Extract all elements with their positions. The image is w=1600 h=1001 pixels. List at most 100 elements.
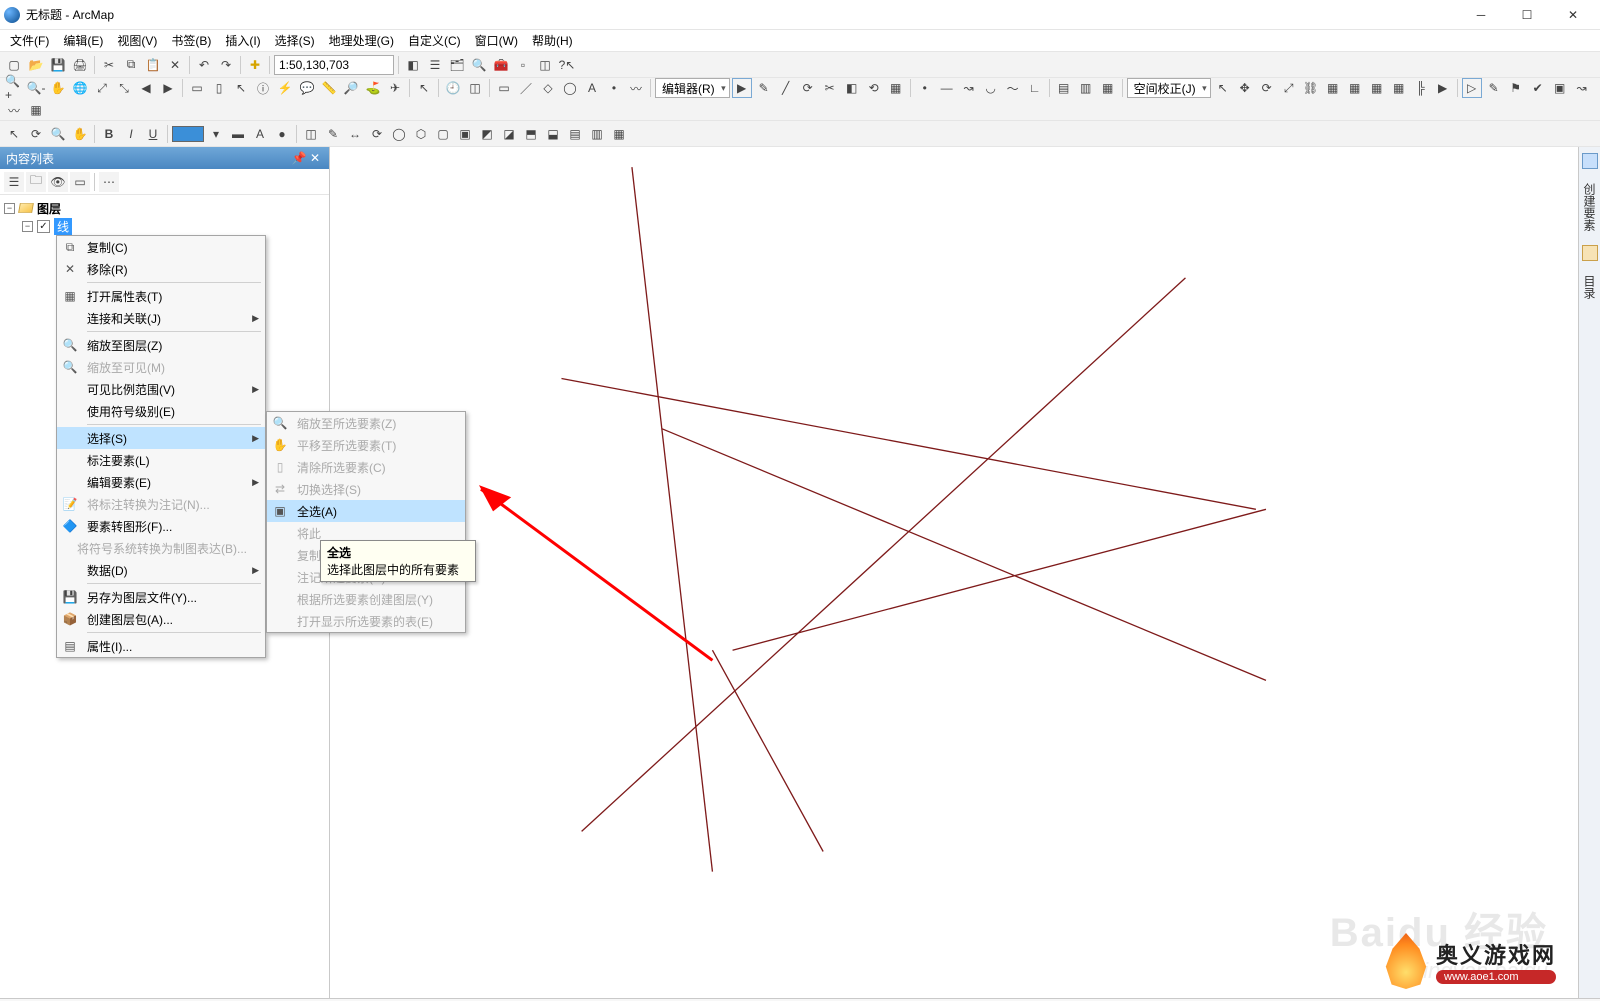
html-popup-icon[interactable]: 💬 xyxy=(297,78,317,98)
ctx-item[interactable]: 使用符号级别(E) xyxy=(57,400,265,422)
toc-list-by-selection-icon[interactable]: ▭ xyxy=(70,172,90,192)
topo-construct-icon[interactable]: ▦ xyxy=(26,100,46,120)
font-underline-icon[interactable]: U xyxy=(143,124,163,144)
menu-help[interactable]: 帮助(H) xyxy=(526,30,579,51)
ctx-item[interactable]: 编辑要素(E)▶ xyxy=(57,471,265,493)
rep-toolbar-icon15[interactable]: ▦ xyxy=(609,124,629,144)
select-elements-icon[interactable]: ↖ xyxy=(231,78,251,98)
zoom-in-icon[interactable]: 🔍+ xyxy=(4,78,24,98)
sketch-trace-icon[interactable]: ↝ xyxy=(959,78,979,98)
edit-split-icon[interactable]: ╱ xyxy=(776,78,796,98)
ctx-item[interactable]: 💾另存为图层文件(Y)... xyxy=(57,586,265,608)
sketch-props-icon[interactable]: ▥ xyxy=(1076,78,1096,98)
ctx-item[interactable]: 数据(D)▶ xyxy=(57,559,265,581)
edit-cut-poly-icon[interactable]: ✂ xyxy=(820,78,840,98)
topo-flag-icon[interactable]: ⚑ xyxy=(1506,78,1526,98)
draw-curve-icon[interactable]: 〰 xyxy=(626,78,646,98)
toc-icon[interactable]: ☰ xyxy=(425,55,445,75)
scale-input[interactable] xyxy=(274,55,394,75)
model-builder-icon[interactable]: ◫ xyxy=(535,55,555,75)
rep-toolbar-icon14[interactable]: ▥ xyxy=(587,124,607,144)
tree-collapse-icon[interactable]: − xyxy=(4,203,15,214)
menu-select[interactable]: 选择(S) xyxy=(269,30,321,51)
ctx-item[interactable]: ⧉复制(C) xyxy=(57,236,265,258)
edit-tool-icon[interactable]: ▶ xyxy=(732,78,752,98)
arcbox-icon[interactable]: 🧰 xyxy=(491,55,511,75)
goto-xy-icon[interactable]: ✈ xyxy=(385,78,405,98)
toc-close-icon[interactable]: ✕ xyxy=(307,150,323,166)
right-tab-create-features[interactable]: 创建要素 xyxy=(1581,183,1598,231)
copy-icon[interactable]: ⧉ xyxy=(121,55,141,75)
ctx-item[interactable]: ▦打开属性表(T) xyxy=(57,285,265,307)
topo-edit-icon[interactable]: ✎ xyxy=(1484,78,1504,98)
ctx-item[interactable]: 选择(S)▶ xyxy=(57,427,265,449)
adjust-grid4-icon[interactable]: ▦ xyxy=(1389,78,1409,98)
menu-view[interactable]: 视图(V) xyxy=(111,30,163,51)
search-icon[interactable]: 🔍 xyxy=(469,55,489,75)
adjust-move-icon[interactable]: ✥ xyxy=(1235,78,1255,98)
rep-toolbar-icon1[interactable]: ◫ xyxy=(301,124,321,144)
measure-icon[interactable]: 📏 xyxy=(319,78,339,98)
fill-color-swatch[interactable] xyxy=(172,126,204,142)
menu-customize[interactable]: 自定义(C) xyxy=(402,30,467,51)
draw-circle-icon[interactable]: ◯ xyxy=(560,78,580,98)
topo-validate-icon[interactable]: ✔ xyxy=(1528,78,1548,98)
draw-pan-icon[interactable]: ✋ xyxy=(70,124,90,144)
map-canvas[interactable]: Baidu 经验 jingyan.baidu 奥义游戏网 www.aoe1.co… xyxy=(330,147,1578,998)
marker-color-icon[interactable]: ● xyxy=(272,124,292,144)
fixed-zoom-in-icon[interactable]: ⤢ xyxy=(92,78,112,98)
adjust-grid1-icon[interactable]: ▦ xyxy=(1323,78,1343,98)
ctx-item[interactable]: 🔍缩放至图层(Z) xyxy=(57,334,265,356)
zoom-out-icon[interactable]: 🔍- xyxy=(26,78,46,98)
ctx-item[interactable]: ▣全选(A) xyxy=(267,500,465,522)
menu-file[interactable]: 文件(F) xyxy=(4,30,55,51)
draw-rect-icon[interactable]: ▭ xyxy=(494,78,514,98)
toc-options-icon[interactable]: ⋯ xyxy=(99,172,119,192)
next-extent-icon[interactable]: ▶ xyxy=(158,78,178,98)
identify-icon[interactable]: ⓘ xyxy=(253,78,273,98)
pan-icon[interactable]: ✋ xyxy=(48,78,68,98)
sketch-rightangle-icon[interactable]: ∟ xyxy=(1025,78,1045,98)
rep-toolbar-icon12[interactable]: ⬓ xyxy=(543,124,563,144)
editor-dropdown[interactable]: 编辑器(R) xyxy=(655,78,730,98)
font-bold-icon[interactable]: B xyxy=(99,124,119,144)
sketch-point-icon[interactable]: • xyxy=(915,78,935,98)
redo-icon[interactable]: ↷ xyxy=(216,55,236,75)
edit-merge-icon[interactable]: ◧ xyxy=(842,78,862,98)
adjust-grid2-icon[interactable]: ▦ xyxy=(1345,78,1365,98)
spatial-adjust-dropdown[interactable]: 空间校正(J) xyxy=(1127,78,1211,98)
rep-toolbar-icon7[interactable]: ▢ xyxy=(433,124,453,144)
toc-list-by-visibility-icon[interactable]: 👁 xyxy=(48,172,68,192)
sketch-arc-icon[interactable]: ◡ xyxy=(981,78,1001,98)
ctx-item[interactable]: ▤属性(I)... xyxy=(57,635,265,657)
layer-name-selected[interactable]: 线 xyxy=(54,218,72,235)
rep-toolbar-icon11[interactable]: ⬒ xyxy=(521,124,541,144)
python-icon[interactable]: ▫ xyxy=(513,55,533,75)
adjust-select-icon[interactable]: ↖ xyxy=(1213,78,1233,98)
clear-selection-icon[interactable]: ▯ xyxy=(209,78,229,98)
toc-pin-icon[interactable]: 📌 xyxy=(291,150,307,166)
rep-toolbar-icon13[interactable]: ▤ xyxy=(565,124,585,144)
rep-toolbar-icon6[interactable]: ⬡ xyxy=(411,124,431,144)
rep-toolbar-icon3[interactable]: ↔ xyxy=(345,124,365,144)
draw-select-icon[interactable]: ↖ xyxy=(4,124,24,144)
save-icon[interactable]: 💾 xyxy=(48,55,68,75)
fill-color-dropdown-icon[interactable]: ▾ xyxy=(206,124,226,144)
menu-geoprocessing[interactable]: 地理处理(G) xyxy=(323,30,400,51)
tree-root-row[interactable]: − 图层 xyxy=(4,199,325,217)
ctx-item[interactable]: 🔷要素转图形(F)... xyxy=(57,515,265,537)
adjust-link-icon[interactable]: ⛓ xyxy=(1301,78,1321,98)
topo-trace-icon[interactable]: ↝ xyxy=(1572,78,1592,98)
new-icon[interactable]: ▢ xyxy=(4,55,24,75)
ctx-item[interactable]: 连接和关联(J)▶ xyxy=(57,307,265,329)
editor-toolbar-icon[interactable]: ◧ xyxy=(403,55,423,75)
edit-attributes-icon[interactable]: ▦ xyxy=(886,78,906,98)
cut-icon[interactable]: ✂ xyxy=(99,55,119,75)
close-button[interactable]: ✕ xyxy=(1550,0,1596,30)
attributes-window-icon[interactable]: ▤ xyxy=(1054,78,1074,98)
sketch-curve-icon[interactable]: ～ xyxy=(1003,78,1023,98)
pointer-icon[interactable]: ↖ xyxy=(414,78,434,98)
rep-toolbar-icon10[interactable]: ◪ xyxy=(499,124,519,144)
prev-extent-icon[interactable]: ◀ xyxy=(136,78,156,98)
line-color-icon[interactable]: ▬ xyxy=(228,124,248,144)
